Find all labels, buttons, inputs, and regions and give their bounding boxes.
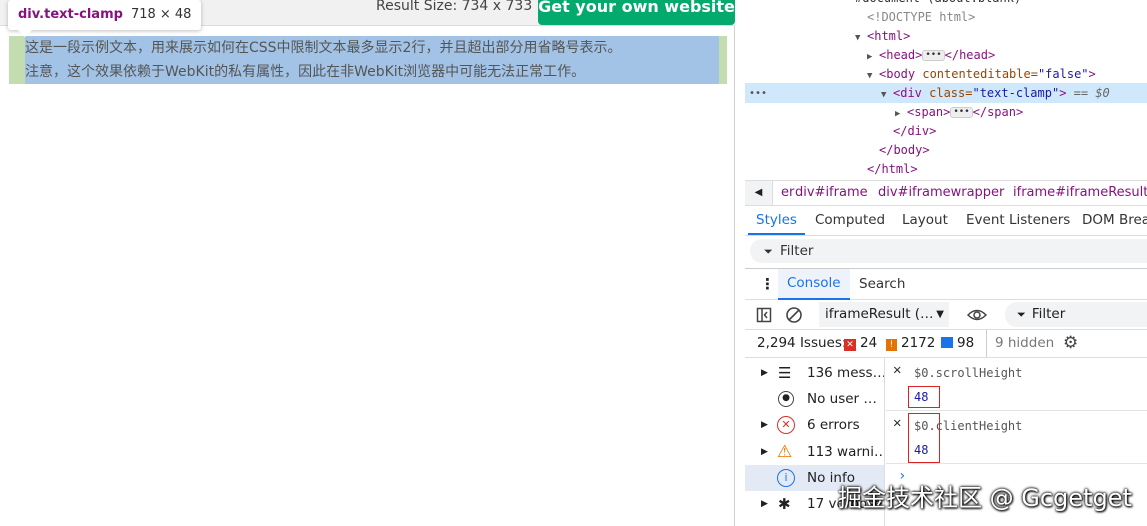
clamp-line-1: 这是一段示例文本，用来展示如何在CSS中限制文本最多显示2行，并且超出部分用省略… — [25, 40, 622, 56]
ellipsis-icon[interactable]: ••• — [950, 107, 973, 118]
filter-icon: ⏷ — [764, 245, 773, 258]
text-clamp-highlight: 这是一段示例文本，用来展示如何在CSS中限制文本最多显示2行，并且超出部分用省略… — [9, 36, 727, 84]
preview-pane: Result Size: 734 x 733 Get your own webs… — [0, 0, 735, 526]
issues-warning-count: 2172 — [901, 335, 936, 351]
breadcrumb-item[interactable]: iframe#iframeResult — [1013, 181, 1147, 205]
info-badge-icon — [941, 337, 953, 348]
console-filter-input[interactable]: ⏷ Filter — [1005, 302, 1147, 327]
error-icon: ✕ — [777, 416, 795, 434]
gear-icon[interactable]: ⚙ — [1063, 330, 1078, 357]
issues-label: 2,294 Issues: — [757, 335, 847, 351]
breadcrumb-item[interactable]: div#iframewrapper — [878, 181, 1004, 205]
dropdown-arrow-icon: ▼ — [936, 309, 944, 320]
clamp-line-2: 注意，这个效果依赖于WebKit的私有属性，因此在非WebKit浏览器中可能无法… — [25, 64, 586, 80]
devtools-panel: #document (about:blank) <!DOCTYPE html> … — [745, 0, 1147, 526]
elements-subtabs: Styles Computed Layout Event Listeners D… — [745, 206, 1147, 236]
tooltip-selector: div.text-clamp — [18, 7, 123, 22]
dom-head-node[interactable]: ▶ <head> ••• </head> — [867, 46, 995, 65]
breadcrumb: ◀ er div#iframe div#iframewrapper iframe… — [745, 180, 1147, 206]
close-icon[interactable]: ✕ — [893, 362, 901, 378]
text-clamp-content: 这是一段示例文本，用来展示如何在CSS中限制文本最多显示2行，并且超出部分用省略… — [25, 36, 719, 84]
breadcrumb-item[interactable]: div#iframe — [795, 181, 868, 205]
dom-body-close: </body> — [879, 143, 930, 157]
sidebar-item-warnings[interactable]: ▶ ⚠ 113 warni… — [745, 439, 884, 465]
expanded-triangle-icon[interactable]: ▼ — [881, 86, 893, 105]
console-filter-placeholder: Filter — [1031, 306, 1066, 322]
issues-errors[interactable]: ✕ 24 — [844, 330, 877, 357]
issues-info[interactable]: 98 — [941, 330, 974, 357]
breadcrumb-item[interactable]: er — [781, 181, 794, 205]
tab-computed[interactable]: Computed — [815, 206, 885, 235]
tab-styles[interactable]: Styles — [748, 206, 805, 235]
error-badge-icon: ✕ — [844, 339, 856, 351]
list-icon: ☰ — [778, 364, 792, 382]
dom-body-node[interactable]: ▼ <body contenteditable="false"> — [867, 65, 1096, 84]
expanded-triangle-icon[interactable]: ▼ — [867, 67, 879, 86]
sidebar-label: 6 errors — [807, 417, 860, 433]
warning-icon: ⚠ — [777, 442, 793, 462]
sidebar-item-messages[interactable]: ▶ ☰ 136 mess… — [745, 360, 884, 386]
annotation-box — [908, 386, 940, 408]
dom-html-close: </html> — [867, 162, 918, 176]
annotation-box — [908, 413, 940, 463]
expanded-triangle-icon[interactable]: ▼ — [855, 29, 867, 48]
issues-info-count: 98 — [957, 335, 975, 351]
dom-tree: #document (about:blank) <!DOCTYPE html> … — [745, 0, 1147, 180]
result-size-label: Result Size: 734 x 733 — [376, 0, 533, 14]
dom-html-node[interactable]: ▼ <html> — [855, 27, 910, 46]
get-website-button[interactable]: Get your own website — [538, 0, 735, 25]
issues-warnings[interactable]: ! 2172 — [886, 330, 935, 357]
watermark: 掘金技术社区 @ Gcgetget — [838, 484, 1132, 512]
clear-console-icon[interactable] — [785, 306, 803, 324]
tab-search[interactable]: Search — [859, 269, 905, 300]
dom-doctype[interactable]: <!DOCTYPE html> — [867, 8, 975, 27]
issues-hidden[interactable]: 9 hidden — [986, 330, 1054, 357]
sidebar-label: 113 warni… — [807, 444, 884, 460]
warning-badge-icon: ! — [886, 339, 897, 351]
info-icon: i — [777, 469, 795, 487]
issues-bar: 2,294 Issues: ✕ 24 ! 2172 98 9 hidden ⚙ — [745, 330, 1147, 358]
bug-icon: ✱ — [778, 495, 791, 513]
live-expression-eye-icon[interactable] — [967, 307, 987, 323]
context-select-value: iframeResult (… — [825, 306, 934, 322]
dom-span-node[interactable]: ▶ <span> ••• </span> — [895, 103, 1023, 122]
inspect-tooltip: div.text-clamp 718 × 48 — [8, 0, 202, 30]
sidebar-label: No user … — [807, 391, 877, 407]
tab-console[interactable]: Console — [778, 269, 850, 300]
context-select[interactable]: iframeResult (… ▼ — [819, 302, 949, 327]
drawer-tabs: ⋮ Console Search — [745, 268, 1147, 300]
scroll-left-icon[interactable]: ◀ — [745, 181, 773, 205]
tab-event-listeners[interactable]: Event Listeners — [966, 206, 1070, 235]
sidebar-item-errors[interactable]: ▶ ✕ 6 errors — [745, 412, 884, 438]
tab-dom-breakpoints[interactable]: DOM Brea — [1082, 206, 1147, 235]
close-icon[interactable]: ✕ — [893, 415, 901, 431]
tooltip-arrow — [18, 30, 32, 37]
user-icon: ● — [778, 391, 794, 407]
sidebar-toggle-icon[interactable] — [756, 307, 772, 323]
gutter-dots-icon[interactable]: ••• — [749, 84, 767, 103]
styles-filter-input[interactable]: ⏷ Filter — [750, 239, 1147, 263]
console-expression: $0.scrollHeight — [914, 366, 1023, 380]
issues-error-count: 24 — [860, 335, 878, 351]
styles-filter-placeholder: Filter — [780, 243, 814, 259]
dom-div-text-clamp[interactable]: ▼ <div class="text-clamp"> == $0 — [881, 84, 1110, 103]
tooltip-dimensions: 718 × 48 — [130, 7, 192, 22]
dom-div-close: </div> — [893, 124, 937, 138]
console-toolbar: iframeResult (… ▼ ⏷ Filter — [745, 300, 1147, 330]
tab-layout[interactable]: Layout — [902, 206, 948, 235]
dom-document-line: #document (about:blank) — [855, 0, 1021, 8]
sidebar-item-user-messages[interactable]: ● No user … — [745, 386, 884, 412]
filter-icon: ⏷ — [1017, 308, 1026, 321]
drawer-menu-icon[interactable]: ⋮ — [760, 269, 775, 300]
ellipsis-icon[interactable]: ••• — [922, 50, 945, 61]
sidebar-label: 136 mess… — [807, 365, 884, 381]
